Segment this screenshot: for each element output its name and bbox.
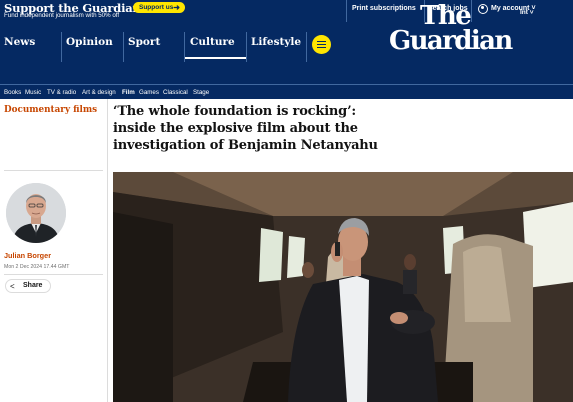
headline-line: investigation of Benjamin Netanyahu: [113, 138, 378, 153]
share-button[interactable]: < Share: [5, 279, 51, 293]
divider: [346, 0, 347, 22]
support-subtitle: Fund independent journalism with 50% off: [4, 12, 120, 19]
share-label: Share: [23, 282, 43, 289]
publish-date[interactable]: Mon 2 Dec 2024 17.44 GMT: [4, 264, 69, 270]
subnav-art-design[interactable]: Art & design: [82, 89, 116, 96]
headline-line: ‘The whole foundation is rocking’:: [113, 104, 356, 119]
guardian-logo[interactable]: The Guardian: [389, 1, 513, 56]
nav-culture[interactable]: Culture: [190, 36, 235, 48]
arrow-right-icon: ➜: [173, 3, 180, 12]
support-us-label: Support us: [139, 4, 174, 11]
nav-divider: [123, 32, 124, 62]
article-main-image: [113, 172, 573, 402]
share-icon: <: [10, 282, 15, 291]
edition-selector[interactable]: Int ˅: [520, 9, 534, 16]
support-us-button[interactable]: Support us ➜: [133, 2, 185, 13]
divider: [4, 170, 103, 171]
divider: [4, 274, 103, 275]
author-avatar: [6, 183, 66, 243]
nav-sport[interactable]: Sport: [128, 36, 160, 48]
photo-illustration: [113, 172, 573, 402]
subnav-stage[interactable]: Stage: [193, 89, 209, 96]
menu-icon-bar: [317, 41, 326, 43]
edition-label: Int: [520, 9, 528, 16]
subnav-film[interactable]: Film: [122, 89, 135, 96]
subnav-classical[interactable]: Classical: [163, 89, 188, 96]
menu-button[interactable]: [312, 35, 331, 54]
nav-divider: [246, 32, 247, 62]
subnav-games[interactable]: Games: [139, 89, 159, 96]
nav-news[interactable]: News: [4, 36, 35, 48]
logo-line-2: Guardian: [389, 25, 513, 56]
author-name[interactable]: Julian Borger: [4, 251, 51, 260]
chevron-down-icon: ˅: [529, 9, 534, 16]
headline-line: inside the explosive film about the: [113, 121, 358, 136]
article-headline: ‘The whole foundation is rocking’: insid…: [113, 103, 573, 154]
menu-icon-bar: [317, 47, 326, 49]
logo-line-1: The: [420, 1, 472, 31]
nav-culture-active-indicator: [185, 57, 246, 59]
section-label[interactable]: Documentary films: [4, 105, 97, 115]
author-portrait: [6, 183, 66, 243]
nav-opinion[interactable]: Opinion: [66, 36, 113, 48]
nav-divider: [61, 32, 62, 62]
subnav-music[interactable]: Music: [25, 89, 41, 96]
menu-icon-bar: [317, 44, 326, 46]
column-divider: [107, 99, 108, 402]
subnav-tv-radio[interactable]: TV & radio: [47, 89, 76, 96]
subnav-books[interactable]: Books: [4, 89, 21, 96]
nav-lifestyle[interactable]: Lifestyle: [251, 36, 301, 48]
nav-divider: [306, 32, 307, 62]
